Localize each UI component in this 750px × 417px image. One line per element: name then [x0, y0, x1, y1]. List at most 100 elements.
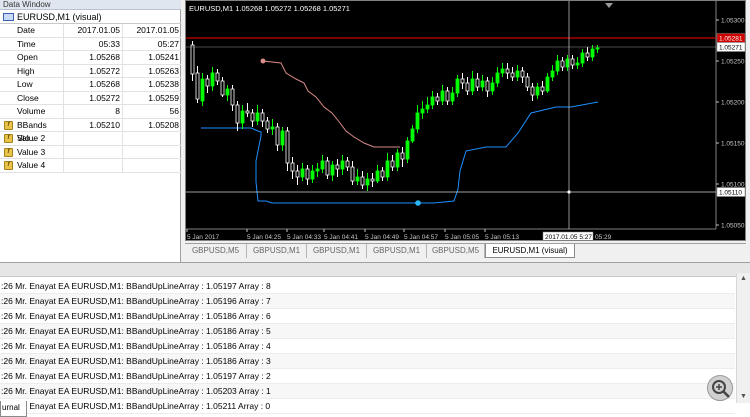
candle-bullish: [575, 62, 580, 66]
candle-bearish: [325, 160, 330, 176]
data-window-label: Time: [0, 37, 64, 50]
candle-bullish: [490, 82, 495, 92]
candle-bullish: [355, 176, 360, 182]
data-window-label: Low: [0, 78, 64, 91]
candle-bearish: [435, 96, 440, 102]
data-window-value-current: [64, 159, 123, 172]
candle-bearish: [525, 76, 530, 88]
indicator-icon: f: [4, 161, 13, 170]
price-tick-label: 1.05050: [721, 223, 745, 230]
chart-tab[interactable]: GBPUSD,M5: [427, 244, 485, 258]
journal-log-row[interactable]: :26 Mr. Enayat EA EURUSD,M1: BBandUpLine…: [0, 339, 735, 354]
candle-bearish: [445, 90, 450, 102]
candle-bullish: [440, 90, 445, 102]
journal-log-row[interactable]: :26 Mr. Enayat EA EURUSD,M1: BBandUpLine…: [0, 294, 735, 309]
journal-log-row[interactable]: :26 Mr. Enayat EA EURUSD,M1: BBandUpLine…: [0, 384, 735, 399]
data-window-label: Date: [0, 24, 64, 37]
candle-bearish: [335, 164, 340, 170]
candle-bearish: [250, 112, 255, 122]
candle-bullish: [320, 160, 325, 170]
candle-bearish: [275, 126, 280, 146]
candle-bullish: [415, 112, 420, 130]
candle-bullish: [315, 168, 320, 172]
candle-bearish: [245, 110, 250, 114]
data-window-value-current: [64, 145, 123, 158]
data-window-value-cursor: [123, 132, 181, 145]
journal-log-row[interactable]: :26 Mr. Enayat EA EURUSD,M1: BBandUpLine…: [0, 369, 735, 384]
journal-log-row[interactable]: :26 Mr. Enayat EA EURUSD,M1: BBandUpLine…: [0, 399, 735, 414]
data-window-value-cursor: 1.05238: [148, 79, 179, 89]
price-tick-label: 1.05150: [721, 141, 745, 148]
scroll-up-icon[interactable]: ▲: [737, 273, 750, 285]
magnifier-zoom-button[interactable]: [707, 375, 733, 401]
candle-bullish: [545, 76, 550, 92]
crosshair-time-label: 2017.01.05 5:27: [545, 234, 592, 240]
candle-bearish: [305, 168, 310, 180]
chart-canvas[interactable]: 1.053001.052501.052001.051501.051001.050…: [186, 1, 745, 240]
data-window-value-current: 1.05210: [64, 118, 123, 131]
chart-tab[interactable]: EURUSD,M1 (visual): [485, 244, 575, 258]
candle-bearish: [260, 112, 265, 122]
candle-bullish: [420, 108, 425, 114]
candle-bearish: [370, 178, 375, 182]
journal-log-row[interactable]: :26 Mr. Enayat EA EURUSD,M1: BBandUpLine…: [0, 309, 735, 324]
journal-tab[interactable]: urnal: [0, 401, 27, 417]
data-window-row: Open 1.05268 1.05241: [0, 51, 181, 65]
candle-bearish: [505, 68, 510, 74]
candle-bullish: [515, 70, 520, 78]
candle-bearish: [290, 162, 295, 172]
candle-bearish: [285, 130, 290, 164]
journal-log-row[interactable]: :26 Mr. Enayat EA EURUSD,M1: BBandUpLine…: [0, 354, 735, 369]
candle-bullish: [535, 86, 540, 96]
data-window-title: Data Window: [0, 0, 181, 10]
candle-bullish: [565, 58, 570, 68]
data-window-row: High 1.05272 1.05263: [0, 64, 181, 78]
candle-bullish: [210, 72, 215, 87]
data-window-row: Value 4f: [0, 159, 181, 173]
candle-bearish: [390, 160, 395, 168]
time-tick-label: 5 Jan 04:41: [324, 234, 358, 240]
data-window-label: High: [0, 64, 64, 77]
data-window-value-cursor: 1.05259: [148, 92, 179, 103]
candle-bearish: [265, 120, 270, 130]
journal-panel: :26 Mr. Enayat EA EURUSD,M1: BBandUpLine…: [0, 262, 750, 417]
data-window-symbol: EURUSD,M1 (visual): [17, 12, 102, 22]
time-tick-label: 5 Jan 05:13: [485, 234, 519, 240]
candle-bearish: [215, 72, 220, 82]
data-window-value-cursor: 1.05263: [148, 65, 179, 76]
journal-log-row[interactable]: :26 Mr. Enayat EA EURUSD,M1: BBandUpLine…: [0, 279, 735, 294]
journal-scrollbar[interactable]: ▲ ▼: [736, 273, 750, 403]
chart-tab[interactable]: GBPUSD,M5: [185, 244, 247, 258]
data-window-label: Volume: [0, 105, 64, 118]
time-tick-label: 5 Jan 04:33: [287, 234, 321, 240]
price-chart[interactable]: 1.05300 1.05250 1.05200 1.05150 1.05100 1.050…: [185, 0, 746, 241]
chart-tab[interactable]: GBPUSD,M1: [247, 244, 307, 258]
data-window-row: Volume 8 56: [0, 105, 181, 119]
upper-band-start-marker: [260, 58, 266, 64]
data-window-row: Time 05:33 05:27: [0, 37, 181, 51]
chart-tab[interactable]: GBPUSD,M1: [307, 244, 367, 258]
lower-band-marker: [415, 200, 421, 206]
data-window-value-cursor: 56: [169, 106, 179, 116]
candle-bullish: [470, 78, 475, 92]
chart-tab[interactable]: GBPUSD,M1: [367, 244, 427, 258]
data-window-value-current: 2017.01.05: [64, 24, 123, 37]
candle-bullish: [330, 164, 335, 176]
candle-bearish: [465, 82, 470, 92]
candle-bullish: [225, 88, 230, 96]
candle-bullish: [595, 47, 600, 50]
candle-bearish: [520, 70, 525, 78]
data-window-symbol-header[interactable]: EURUSD,M1 (visual): [0, 11, 181, 24]
candle-bearish: [585, 52, 590, 58]
candle-bullish: [255, 112, 260, 122]
time-tick-label: 5 Jan 04:49: [365, 234, 399, 240]
candle-bearish: [360, 176, 365, 186]
magnifier-icon: [712, 380, 730, 398]
candle-bullish: [550, 70, 555, 78]
data-window-value-cursor: 2017.01.05: [136, 25, 179, 35]
scroll-down-icon[interactable]: ▼: [737, 391, 750, 403]
journal-log-row[interactable]: :26 Mr. Enayat EA EURUSD,M1: BBandUpLine…: [0, 324, 735, 339]
candle-bearish: [485, 80, 490, 92]
time-tick-label: 5 Jan 2017: [187, 234, 220, 240]
bollinger-lower-band: [201, 101, 599, 204]
